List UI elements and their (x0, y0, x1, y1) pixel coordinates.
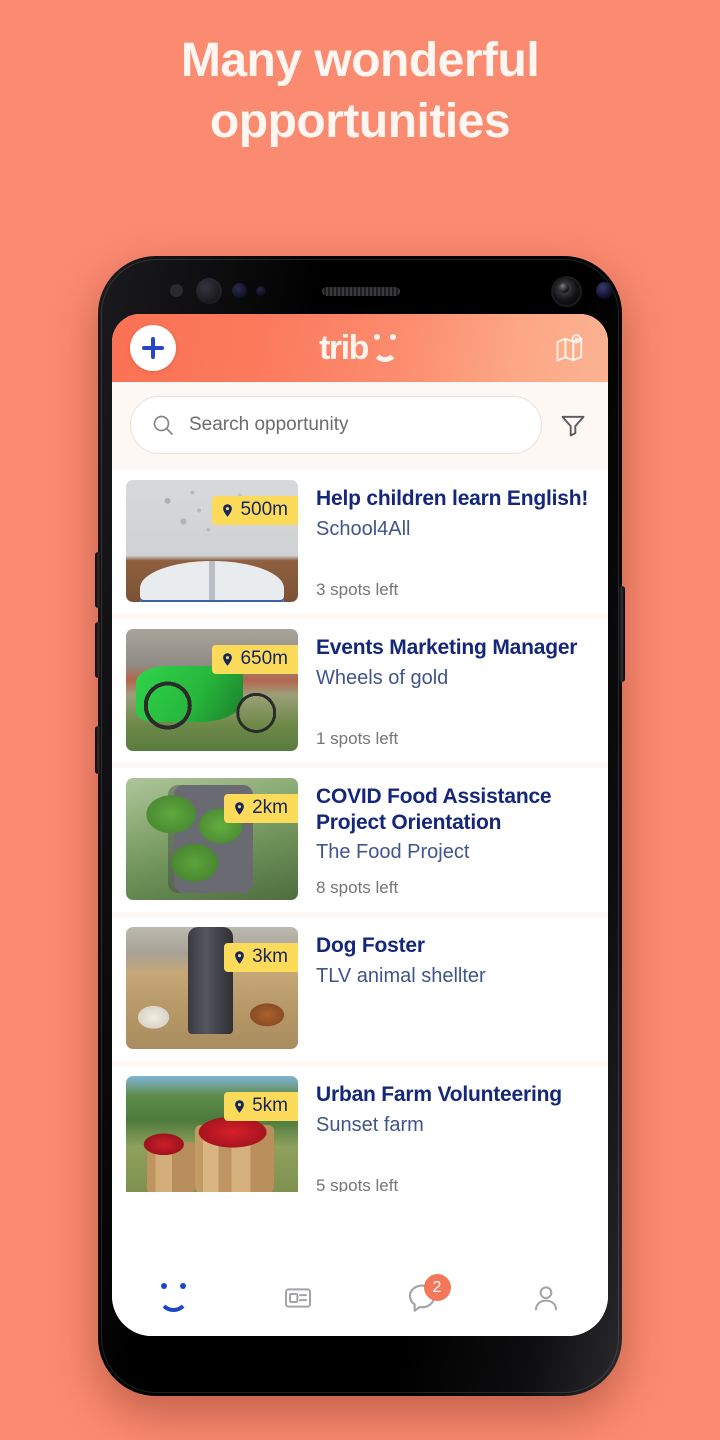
opportunity-org: Wheels of gold (316, 666, 449, 689)
person-icon (535, 1286, 557, 1311)
filter-funnel-icon (561, 415, 585, 437)
distance-text: 3km (252, 946, 288, 967)
nav-item-feed[interactable] (236, 1260, 360, 1336)
opportunity-title: Dog Foster (316, 934, 425, 957)
location-pin-icon (235, 951, 244, 964)
opportunity-title: Urban Farm Volunteering (316, 1083, 562, 1106)
map-pin-icon (556, 334, 583, 362)
opportunity-spots: 3 spots left (316, 580, 399, 599)
location-pin-icon (223, 653, 233, 666)
opportunity-thumbnail: 650m (126, 629, 298, 751)
app-header: trib (112, 314, 608, 382)
messages-badge: 2 (423, 1274, 451, 1301)
distance-badge: 3km (224, 943, 298, 972)
distance-text: 650m (240, 648, 288, 669)
app-logo: trib (112, 331, 608, 365)
opportunity-org: TLV animal shellter (316, 964, 486, 987)
opportunity-org: The Food Project (316, 841, 470, 864)
opportunity-title: Help children learn English! (316, 487, 589, 510)
location-pin-icon (235, 1100, 244, 1113)
distance-text: 2km (252, 797, 288, 818)
phone-mockup: trib Search opportunity 500m Help childr… (95, 256, 625, 1396)
nav-item-messages[interactable]: 2 (360, 1260, 484, 1336)
bottom-navigation-bar: 2 (112, 1260, 608, 1336)
assistant-button[interactable] (95, 726, 101, 774)
search-input[interactable]: Search opportunity (130, 396, 542, 454)
distance-text: 500m (240, 499, 288, 520)
smiley-logo-icon (371, 333, 401, 365)
opportunity-details: Events Marketing Manager Wheels of gold … (316, 629, 590, 751)
opportunity-details: COVID Food Assistance Project Orientatio… (316, 778, 590, 900)
opportunity-details: Help children learn English! School4All … (316, 480, 590, 602)
opportunity-spots: 5 spots left (316, 1176, 399, 1192)
nav-item-home[interactable] (112, 1260, 236, 1336)
add-opportunity-button[interactable] (130, 325, 176, 371)
nav-item-profile[interactable] (484, 1260, 608, 1336)
distance-badge: 500m (212, 496, 298, 525)
power-button[interactable] (619, 586, 625, 682)
smiley-icon (157, 1283, 191, 1313)
search-row: Search opportunity (112, 382, 608, 470)
headline-line-1: Many wonderful (180, 34, 540, 87)
opportunity-spots: 1 spots left (316, 729, 399, 748)
distance-badge: 5km (224, 1092, 298, 1121)
map-view-button[interactable] (550, 328, 590, 368)
opportunity-card[interactable]: 650m Events Marketing Manager Wheels of … (112, 619, 608, 763)
app-logo-text: trib (319, 329, 369, 367)
location-pin-icon (235, 802, 244, 815)
location-pin-icon (223, 504, 233, 517)
opportunity-thumbnail: 2km (126, 778, 298, 900)
volume-up-button[interactable] (95, 552, 101, 608)
news-card-icon (285, 1288, 311, 1308)
opportunity-card[interactable]: 500m Help children learn English! School… (112, 470, 608, 614)
opportunity-spots: 8 spots left (316, 878, 399, 897)
secondary-barrel-shape (146, 1141, 195, 1192)
filter-button[interactable] (556, 408, 590, 442)
opportunity-details: Urban Farm Volunteering Sunset farm 5 sp… (316, 1076, 590, 1192)
distance-text: 5km (252, 1095, 288, 1116)
distance-badge: 650m (212, 645, 298, 674)
opportunity-list[interactable]: 500m Help children learn English! School… (112, 470, 608, 1192)
opportunity-thumbnail: 500m (126, 480, 298, 602)
search-icon (153, 415, 173, 435)
opportunity-card[interactable]: 3km Dog Foster TLV animal shellter (112, 917, 608, 1061)
opportunity-title: Events Marketing Manager (316, 636, 578, 659)
opportunity-thumbnail: 5km (126, 1076, 298, 1192)
headline-line-2: opportunities (209, 95, 511, 149)
search-placeholder: Search opportunity (189, 414, 349, 435)
opportunity-spots (316, 1047, 590, 1049)
opportunity-org: Sunset farm (316, 1113, 424, 1136)
volume-down-button[interactable] (95, 622, 101, 678)
phone-screen: trib Search opportunity 500m Help childr… (112, 314, 608, 1336)
distance-badge: 2km (224, 794, 298, 823)
plus-icon (142, 337, 164, 359)
opportunity-card[interactable]: 5km Urban Farm Volunteering Sunset farm … (112, 1066, 608, 1192)
opportunity-details: Dog Foster TLV animal shellter (316, 927, 590, 1049)
opportunity-title: COVID Food Assistance Project Orientatio… (316, 785, 552, 834)
opportunity-thumbnail: 3km (126, 927, 298, 1049)
opportunity-org: School4All (316, 517, 411, 540)
opportunity-card[interactable]: 2km COVID Food Assistance Project Orient… (112, 768, 608, 912)
promo-headline: Many wonderful opportunities (0, 30, 720, 153)
